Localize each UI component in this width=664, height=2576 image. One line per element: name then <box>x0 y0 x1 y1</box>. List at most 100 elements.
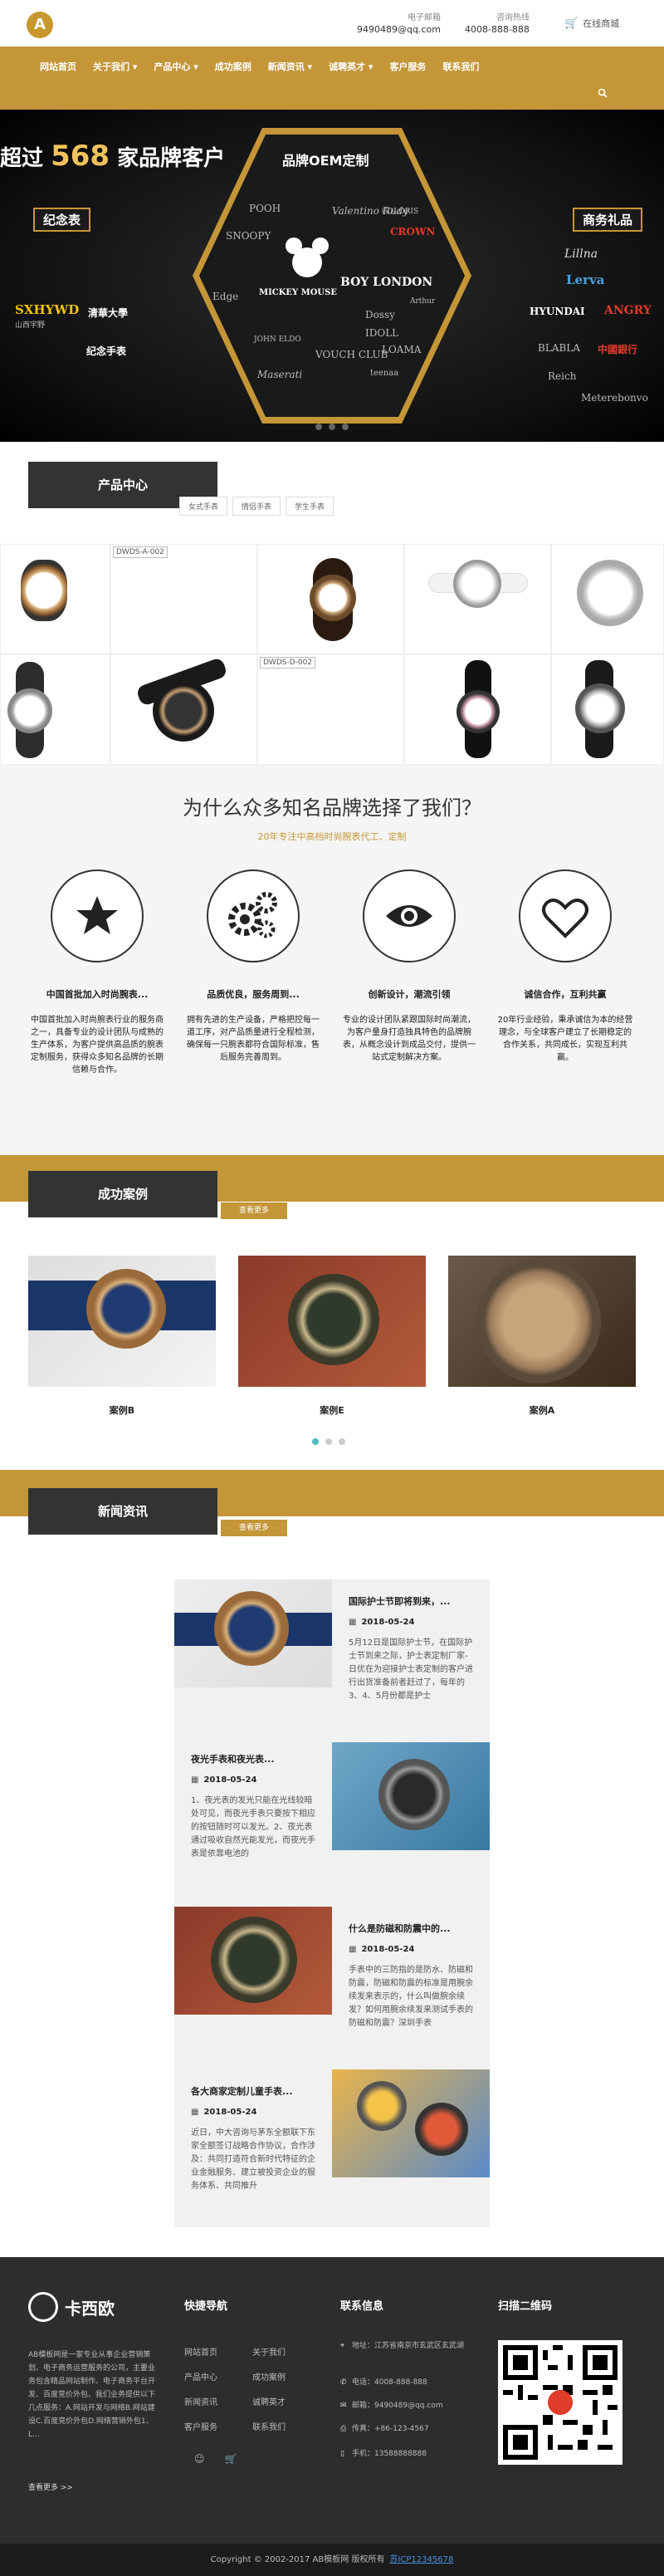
news-image[interactable] <box>332 2069 490 2177</box>
product-item[interactable] <box>257 544 404 654</box>
news-item-text: 1、夜光表的发光只能在光线较暗处可见，而夜光手表只要按下相应的按钮随时可以发光。… <box>191 1796 315 1859</box>
copyright-text: Copyright © 2002-2017 AB模板网 版权所有 <box>210 2555 385 2564</box>
online-shop-link[interactable]: 🛒 在线商城 <box>564 17 619 30</box>
case-watch-image <box>288 1274 379 1365</box>
footer-mobile: ▯ 手机：13588888888 <box>340 2450 427 2458</box>
case-card[interactable] <box>448 1256 636 1387</box>
tab-womens-watches[interactable]: 女式手表 <box>179 497 228 516</box>
news-image[interactable] <box>332 1742 490 1850</box>
footer-link[interactable]: 成功案例 <box>252 2370 286 2383</box>
slide-dot[interactable] <box>312 1438 319 1445</box>
calendar-icon: ▦ <box>349 1618 357 1627</box>
brand-logo: Dossy <box>365 309 395 321</box>
calendar-icon: ▦ <box>191 1775 199 1785</box>
slide-dot[interactable] <box>329 424 335 430</box>
slide-dot[interactable] <box>325 1438 332 1445</box>
case-card[interactable] <box>238 1256 426 1387</box>
brand-logo: 纪念手表 <box>86 345 127 357</box>
why-heading: 中国首批加入时尚腕表... <box>46 989 149 1000</box>
product-item[interactable] <box>0 654 110 765</box>
footer-link[interactable]: 网站首页 <box>184 2345 217 2358</box>
case-label[interactable]: 案例A <box>448 1403 636 1417</box>
product-item[interactable]: DWDS-D-002 <box>257 654 404 765</box>
case-label[interactable]: 案例B <box>28 1403 216 1417</box>
footer-link[interactable]: 关于我们 <box>252 2345 286 2358</box>
nav-item-jobs[interactable]: 诚聘英才 ▾ <box>322 58 379 75</box>
slide-dot[interactable] <box>342 424 349 430</box>
news-item-title[interactable]: 各大商家定制儿童手表... <box>191 2084 315 2098</box>
news-image[interactable] <box>174 1579 332 1687</box>
product-item[interactable]: DWDS-A-002 <box>110 544 257 654</box>
email-label: 电子邮箱 <box>407 13 441 22</box>
news-item-title[interactable]: 国际护士节即将到来，... <box>349 1594 473 1608</box>
why-column: 品质优良，服务周到... 拥有先进的生产设备，严格把控每一道工序，对产品质量进行… <box>184 869 322 1064</box>
tab-couple-watches[interactable]: 情侣手表 <box>232 497 281 516</box>
product-item[interactable] <box>404 654 551 765</box>
product-item[interactable] <box>0 544 110 654</box>
icp-link[interactable]: 苏ICP12345678 <box>389 2555 453 2564</box>
watch-image <box>21 560 67 621</box>
wechat-icon[interactable]: ☺ <box>194 2453 205 2465</box>
location-icon: ⌖ <box>340 2342 345 2350</box>
watch-image <box>453 560 501 608</box>
footer-logo[interactable]: 卡西欧 <box>28 2292 115 2322</box>
case-label[interactable]: 案例E <box>238 1403 426 1417</box>
slide-dot[interactable] <box>339 1438 345 1445</box>
footer-social: ☺ 🛒 <box>194 2453 237 2465</box>
news-item[interactable]: 各大商家定制儿童手表... ▦ 2018-05-24 近日，中大咨询与茅东全额联下… <box>174 2069 332 2208</box>
footer-link[interactable]: 产品中心 <box>184 2370 217 2383</box>
news-item-text: 近日，中大咨询与茅东全额联下东家全额签订战略合作协议，合作涉及：共同打造符合新时… <box>191 2128 315 2191</box>
oem-title: 品牌OEM定制 <box>282 153 369 169</box>
tab-student-watches[interactable]: 学生手表 <box>286 497 334 516</box>
news-item-title[interactable]: 夜光手表和夜光表... <box>191 1752 315 1765</box>
footer-description: AB模板网是一家专业从事企业营销策划、电子商务运营服务的公司，主要业务包含精品网… <box>28 2351 156 2439</box>
product-item[interactable] <box>110 654 257 765</box>
news-more-link[interactable]: 查看更多 <box>221 1520 287 1536</box>
nav-item-news[interactable]: 新闻资讯 ▾ <box>261 58 319 75</box>
footer-link[interactable]: 诚聘英才 <box>252 2395 286 2407</box>
product-item[interactable] <box>551 654 664 765</box>
footer-more-link[interactable]: 查看更多 >> <box>28 2481 73 2492</box>
case-card[interactable] <box>28 1256 216 1387</box>
footer-contact-title: 联系信息 <box>340 2300 384 2313</box>
product-item[interactable] <box>404 544 551 654</box>
brand-logo: teenaa <box>370 369 399 378</box>
calendar-icon: ▦ <box>191 2108 199 2117</box>
brand-logo: Maserati <box>257 369 303 380</box>
brand-logo: IDOLL <box>365 327 399 339</box>
nav-item-contact[interactable]: 联系我们 <box>436 58 486 75</box>
email-contact: 电子邮箱 9490489@qq.com <box>357 10 441 35</box>
slide-dot[interactable] <box>315 424 322 430</box>
product-item[interactable] <box>551 544 664 654</box>
product-tabs: 女式手表 情侣手表 学生手表 <box>179 497 334 516</box>
news-list: 国际护士节即将到来，... ▦ 2018-05-24 5月12日是国际护士节，在国… <box>174 1579 490 2227</box>
phone-contact: 咨询热线 4008-888-888 <box>465 10 530 35</box>
brand-logo: Edge <box>212 291 239 302</box>
nav-item-cases[interactable]: 成功案例 <box>208 58 258 75</box>
news-item-title[interactable]: 什么是防磁和防震中的... <box>349 1922 473 1935</box>
news-item[interactable]: 国际护士节即将到来，... ▦ 2018-05-24 5月12日是国际护士节，在国… <box>332 1579 490 1718</box>
nav-item-service[interactable]: 客户服务 <box>383 58 432 75</box>
search-icon[interactable] <box>598 88 608 98</box>
news-item[interactable]: 夜光手表和夜光表... ▦ 2018-05-24 1、夜光表的发光只能在光线较暗处… <box>174 1737 332 1876</box>
news-item[interactable]: 什么是防磁和防震中的... ▦ 2018-05-24 手表中的三防指的是防水、防磁… <box>332 1907 490 2045</box>
cases-more-link[interactable]: 查看更多 <box>221 1202 287 1219</box>
news-image[interactable] <box>174 1907 332 2015</box>
email-value[interactable]: 9490489@qq.com <box>357 24 441 35</box>
footer-link[interactable]: 客户服务 <box>184 2420 217 2432</box>
why-column: 诚信合作，互利共赢 20年行业经验，秉承诚信为本的经营理念，与全球客户建立了长期… <box>496 869 634 1064</box>
why-column: 中国首批加入时尚腕表... 中国首批加入时尚腕表行业的服务商之一，具备专业的设计… <box>28 869 166 1076</box>
nav-item-about[interactable]: 关于我们 ▾ <box>86 58 144 75</box>
nav-item-products[interactable]: 产品中心 ▾ <box>147 58 204 75</box>
footer-link[interactable]: 新闻资讯 <box>184 2395 217 2407</box>
nav-item-home[interactable]: 网站首页 <box>33 58 83 75</box>
news-item-date: ▦ 2018-05-24 <box>349 1945 415 1954</box>
cart-icon: 🛒 <box>564 17 579 30</box>
why-text: 中国首批加入时尚腕表行业的服务商之一，具备专业的设计团队与成熟的生产体系，为客户… <box>31 1016 164 1075</box>
footer-link[interactable]: 联系我们 <box>252 2420 286 2432</box>
phone-value: 4008-888-888 <box>465 24 530 35</box>
cart-icon[interactable]: 🛒 <box>225 2453 237 2465</box>
watch-image <box>153 680 214 742</box>
site-logo[interactable]: A <box>27 12 53 38</box>
online-shop-label: 在线商城 <box>583 18 620 29</box>
